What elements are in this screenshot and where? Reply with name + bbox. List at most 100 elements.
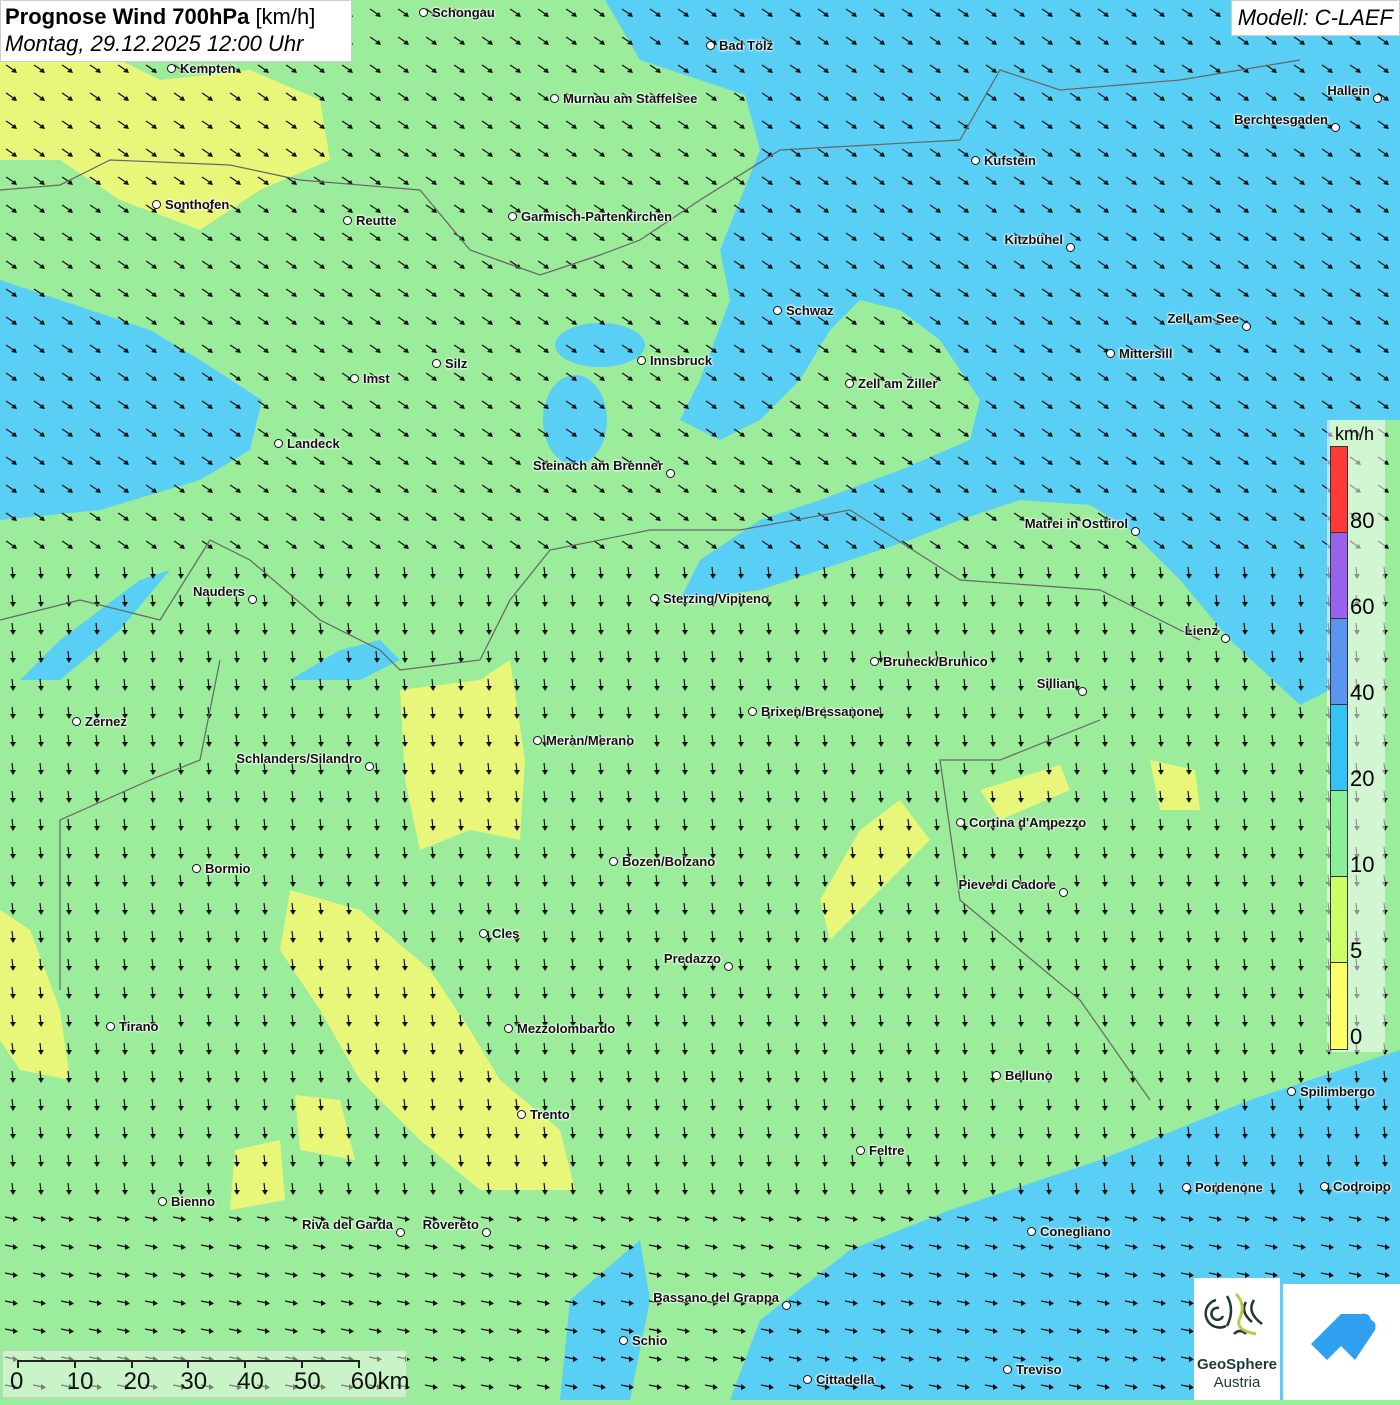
city-label[interactable]: Steinach am Brenner [533, 459, 663, 472]
city-marker[interactable] [1078, 687, 1087, 696]
city-marker[interactable] [550, 94, 559, 103]
city-label[interactable]: Berchtesgaden [1234, 113, 1328, 126]
city-label[interactable]: Meran/Merano [546, 734, 634, 747]
city-label[interactable]: Bienno [171, 1195, 215, 1208]
city-label[interactable]: Zernez [85, 715, 127, 728]
city-marker[interactable] [1373, 94, 1382, 103]
city-label[interactable]: Sterzing/Vipiteno [663, 592, 769, 605]
city-marker[interactable] [1003, 1365, 1012, 1374]
city-label[interactable]: Garmisch-Partenkirchen [521, 210, 672, 223]
city-label[interactable]: Pieve di Cadore [958, 878, 1056, 891]
city-label[interactable]: Trento [530, 1108, 570, 1121]
city-marker[interactable] [343, 216, 352, 225]
city-label[interactable]: Spilimbergo [1300, 1085, 1375, 1098]
city-label[interactable]: Cittadella [816, 1373, 875, 1386]
city-marker[interactable] [619, 1336, 628, 1345]
city-label[interactable]: Imst [363, 372, 390, 385]
city-label[interactable]: Innsbruck [650, 354, 712, 367]
city-label[interactable]: Bruneck/Brunico [883, 655, 988, 668]
city-label[interactable]: Murnau am Staffelsee [563, 92, 697, 105]
city-label[interactable]: Matrei in Osttirol [1025, 517, 1128, 530]
city-marker[interactable] [1287, 1087, 1296, 1096]
city-marker[interactable] [396, 1228, 405, 1237]
city-label[interactable]: Bormio [205, 862, 251, 875]
city-label[interactable]: Sonthofen [165, 198, 229, 211]
city-label[interactable]: Bassano del Grappa [653, 1291, 779, 1304]
city-label[interactable]: Conegliano [1040, 1225, 1111, 1238]
city-marker[interactable] [956, 818, 965, 827]
city-marker[interactable] [482, 1228, 491, 1237]
city-label[interactable]: Predazzo [664, 952, 721, 965]
city-marker[interactable] [1027, 1227, 1036, 1236]
city-label[interactable]: Pordenone [1195, 1181, 1263, 1194]
city-marker[interactable] [1066, 243, 1075, 252]
city-marker[interactable] [782, 1301, 791, 1310]
city-marker[interactable] [72, 717, 81, 726]
city-label[interactable]: Tirano [119, 1020, 159, 1033]
city-marker[interactable] [432, 359, 441, 368]
partner-logo[interactable] [1283, 1284, 1400, 1400]
city-label[interactable]: Schongau [432, 6, 495, 19]
city-marker[interactable] [1320, 1182, 1329, 1191]
city-marker[interactable] [1131, 527, 1140, 536]
city-label[interactable]: Brixen/Bressanone [761, 705, 880, 718]
city-marker[interactable] [106, 1022, 115, 1031]
city-marker[interactable] [706, 41, 715, 50]
city-label[interactable]: Riva del Garda [302, 1218, 393, 1231]
city-label[interactable]: Silz [445, 357, 467, 370]
city-marker[interactable] [479, 929, 488, 938]
city-marker[interactable] [724, 962, 733, 971]
city-marker[interactable] [533, 736, 542, 745]
city-marker[interactable] [609, 857, 618, 866]
city-label[interactable]: Kempten [180, 62, 236, 75]
city-marker[interactable] [870, 657, 879, 666]
city-marker[interactable] [504, 1024, 513, 1033]
city-marker[interactable] [1242, 322, 1251, 331]
city-label[interactable]: Sillian [1037, 677, 1075, 690]
city-label[interactable]: Treviso [1016, 1363, 1062, 1376]
city-marker[interactable] [419, 8, 428, 17]
city-marker[interactable] [803, 1375, 812, 1384]
city-marker[interactable] [650, 594, 659, 603]
city-marker[interactable] [666, 469, 675, 478]
city-marker[interactable] [158, 1197, 167, 1206]
city-marker[interactable] [517, 1110, 526, 1119]
city-label[interactable]: Zell am Ziller [858, 377, 937, 390]
city-label[interactable]: Schio [632, 1334, 667, 1347]
geosphere-logo[interactable]: GeoSphere Austria [1194, 1278, 1280, 1400]
city-label[interactable]: Lienz [1185, 624, 1218, 637]
city-label[interactable]: Codroipo [1333, 1180, 1391, 1193]
city-marker[interactable] [1106, 349, 1115, 358]
city-marker[interactable] [856, 1146, 865, 1155]
city-label[interactable]: Cortina d'Ampezzo [969, 816, 1086, 829]
city-label[interactable]: Schlanders/Silandro [236, 752, 362, 765]
city-label[interactable]: Hallein [1327, 84, 1370, 97]
city-marker[interactable] [845, 379, 854, 388]
city-label[interactable]: Zell am See [1167, 312, 1239, 325]
city-label[interactable]: Bad Tölz [719, 39, 773, 52]
city-marker[interactable] [773, 306, 782, 315]
city-marker[interactable] [365, 762, 374, 771]
city-label[interactable]: Cles [492, 927, 519, 940]
city-marker[interactable] [1059, 888, 1068, 897]
city-label[interactable]: Landeck [287, 437, 340, 450]
city-label[interactable]: Mezzolombardo [517, 1022, 615, 1035]
city-marker[interactable] [748, 707, 757, 716]
city-label[interactable]: Reutte [356, 214, 396, 227]
city-marker[interactable] [192, 864, 201, 873]
city-label[interactable]: Kufstein [984, 154, 1036, 167]
city-marker[interactable] [1221, 634, 1230, 643]
city-marker[interactable] [1331, 123, 1340, 132]
city-label[interactable]: Kitzbühel [1005, 233, 1064, 246]
city-label[interactable]: Mittersill [1119, 347, 1172, 360]
city-marker[interactable] [274, 439, 283, 448]
city-label[interactable]: Nauders [193, 585, 245, 598]
city-marker[interactable] [992, 1071, 1001, 1080]
city-label[interactable]: Bozen/Bolzano [622, 855, 715, 868]
city-marker[interactable] [971, 156, 980, 165]
city-label[interactable]: Feltre [869, 1144, 904, 1157]
city-label[interactable]: Rovereto [423, 1218, 479, 1231]
city-label[interactable]: Belluno [1005, 1069, 1053, 1082]
city-label[interactable]: Schwaz [786, 304, 834, 317]
city-marker[interactable] [1182, 1183, 1191, 1192]
